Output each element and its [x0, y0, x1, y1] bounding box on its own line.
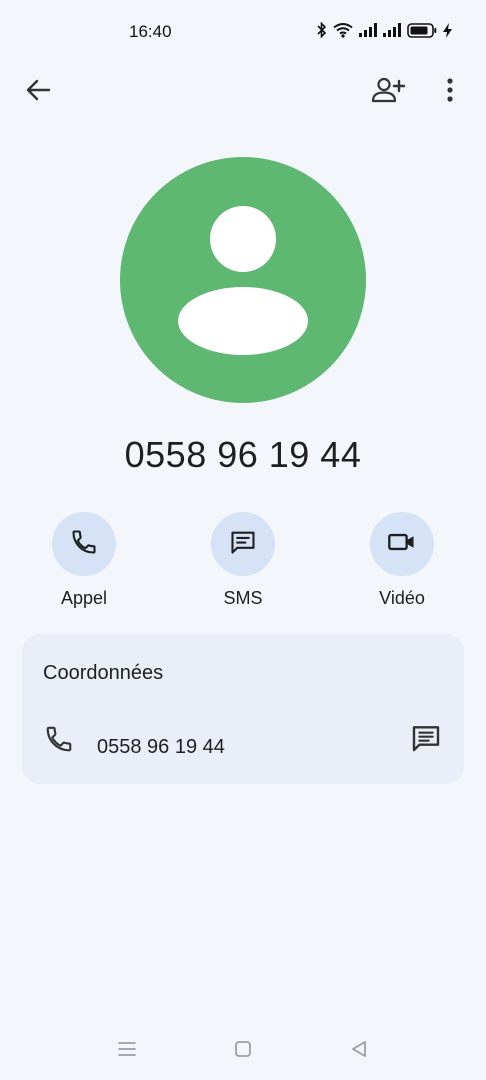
- charging-icon: [443, 22, 452, 38]
- back-button[interactable]: [16, 70, 60, 114]
- status-bar: 16:40: [0, 0, 486, 64]
- phone-icon: [70, 528, 98, 561]
- signal-icon: [383, 23, 401, 37]
- details-title: Coordonnées: [43, 662, 164, 684]
- arrow-left-icon: [25, 78, 51, 107]
- video-button[interactable]: [370, 512, 434, 576]
- video-label: Vidéo: [379, 588, 425, 608]
- more-options-button[interactable]: [428, 70, 472, 114]
- videocam-icon: [387, 528, 417, 561]
- contact-number: 0558 96 19 44: [124, 434, 362, 475]
- back-nav-icon[interactable]: [350, 1040, 368, 1063]
- wifi-icon: [333, 22, 353, 38]
- signal-icon: [359, 23, 377, 37]
- status-time: 16:40: [129, 22, 172, 41]
- battery-icon: [407, 22, 437, 38]
- more-vert-icon: [446, 77, 454, 107]
- sms-button[interactable]: [211, 512, 275, 576]
- avatar: [120, 157, 366, 403]
- contact-details-card: Coordonnées 0558 96 19 44: [22, 634, 464, 784]
- home-icon[interactable]: [234, 1040, 252, 1063]
- status-icons: [317, 22, 452, 38]
- sms-action[interactable]: SMS: [188, 512, 298, 609]
- add-contact-button[interactable]: [366, 70, 410, 114]
- sms-label: SMS: [223, 588, 263, 608]
- video-action[interactable]: Vidéo: [347, 512, 457, 609]
- menu-icon[interactable]: [117, 1040, 137, 1063]
- phone-detail-row[interactable]: 0558 96 19 44: [22, 724, 464, 768]
- detail-phone-number: 0558 96 19 44: [97, 736, 225, 758]
- person-icon: [120, 206, 366, 403]
- bluetooth-icon: [317, 22, 327, 38]
- call-button[interactable]: [52, 512, 116, 576]
- person-add-icon: [371, 77, 406, 108]
- message-icon[interactable]: [410, 722, 442, 759]
- system-navbar: [0, 1030, 486, 1070]
- call-label: Appel: [60, 588, 108, 608]
- phone-icon: [44, 724, 74, 759]
- call-action[interactable]: Appel: [29, 512, 139, 609]
- message-icon: [229, 528, 257, 561]
